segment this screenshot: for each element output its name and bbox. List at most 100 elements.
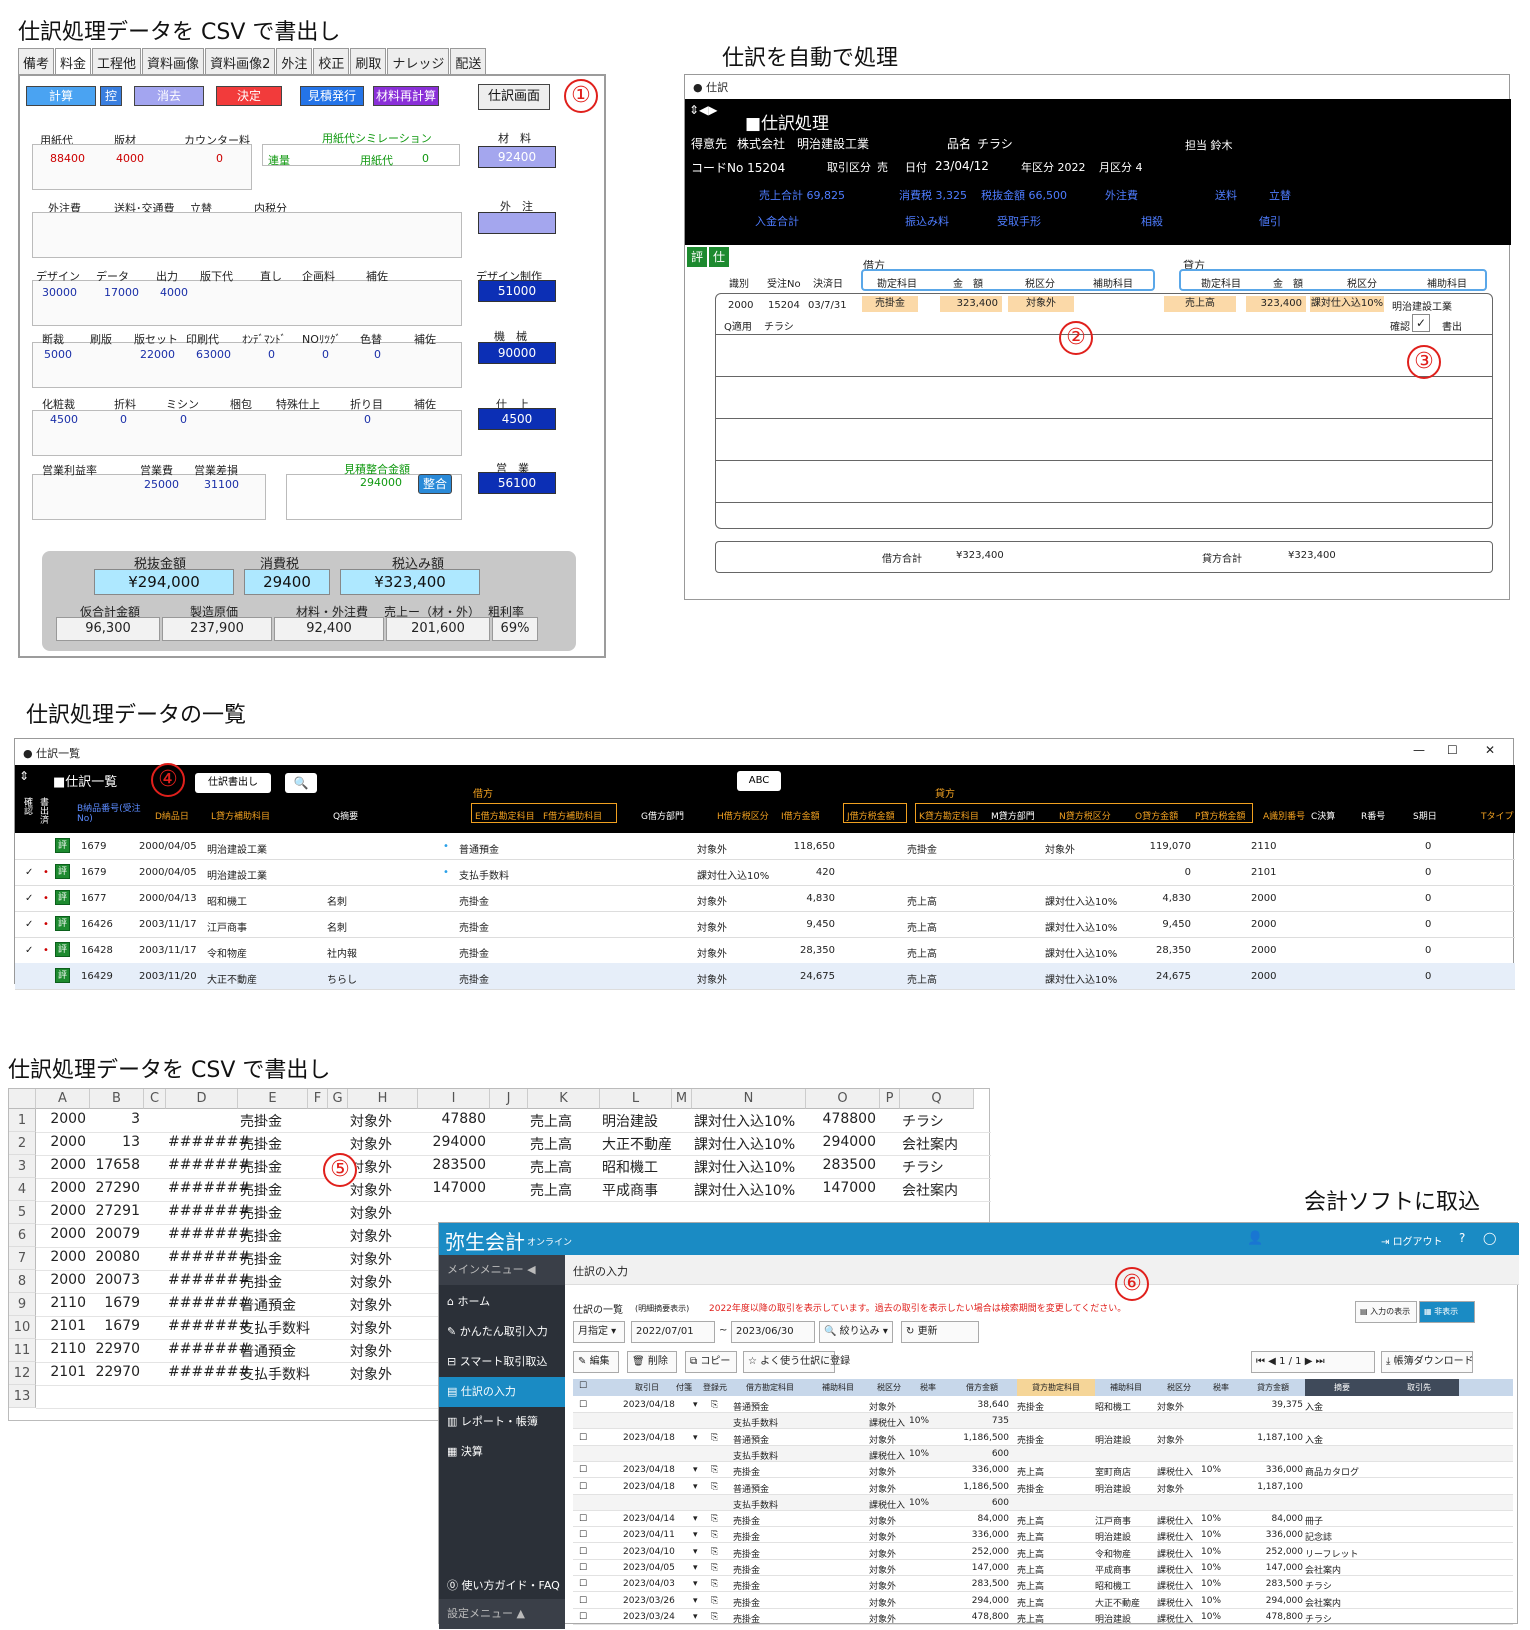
- sidebar-item-settle[interactable]: ▦ 決算: [439, 1437, 565, 1467]
- col-header[interactable]: A: [36, 1089, 90, 1109]
- sheet-cell[interactable]: 1679: [90, 1318, 140, 1334]
- sheet-cell[interactable]: #######: [166, 1341, 250, 1357]
- row-header[interactable]: 7: [9, 1247, 36, 1270]
- sheet-cell[interactable]: 支払手数料: [238, 1364, 310, 1384]
- row-checkbox[interactable]: ☐: [579, 1400, 587, 1410]
- logout-link[interactable]: ⇥ ログアウト: [1381, 1233, 1443, 1248]
- sheet-cell[interactable]: 22970: [90, 1364, 140, 1380]
- abc-button[interactable]: ABC: [737, 771, 781, 791]
- list-row[interactable]: ✓ • 1677 2000/04/13 昭和機工 名刺 売掛金 対象外 4,830 売上高 課対仕入…: [15, 885, 1515, 912]
- yayoi-col-header[interactable]: 税区分: [1157, 1379, 1201, 1396]
- sheet-cell[interactable]: 2000: [36, 1203, 86, 1219]
- evaluate-icon[interactable]: 評: [55, 838, 70, 853]
- row-header[interactable]: 11: [9, 1339, 36, 1362]
- col-header[interactable]: Q: [900, 1089, 974, 1109]
- sheet-cell[interactable]: 147000: [806, 1180, 876, 1196]
- sheet-cell[interactable]: #######: [166, 1318, 250, 1334]
- sheet-cell[interactable]: 対象外: [348, 1364, 414, 1384]
- sheet-cell[interactable]: 対象外: [348, 1295, 414, 1315]
- sheet-cell[interactable]: 3: [90, 1111, 140, 1127]
- sheet-cell[interactable]: 20080: [90, 1249, 140, 1265]
- yayoi-row[interactable]: 支払手数料 課税仕入 10% 600: [573, 1494, 1513, 1511]
- sheet-cell[interactable]: 2000: [36, 1134, 86, 1150]
- yayoi-col-header[interactable]: 借方金額: [947, 1379, 1017, 1396]
- row-checkbox[interactable]: ☐: [579, 1547, 587, 1557]
- fav-button[interactable]: ☆ よく使う仕訳に登録: [743, 1351, 850, 1373]
- tab-process[interactable]: 工程他: [92, 48, 142, 74]
- row-menu-icon[interactable]: ▾: [693, 1596, 698, 1606]
- col-header[interactable]: B: [90, 1089, 144, 1109]
- yayoi-row[interactable]: ☐ ▾ ⎘ 2023/04/10 売掛金 対象外 252,000 売上高 令和物産 課税仕入 10%…: [573, 1544, 1513, 1560]
- input-view-toggle[interactable]: ▤ 入力の表示: [1355, 1301, 1417, 1323]
- sheet-cell[interactable]: 147000: [418, 1180, 486, 1196]
- row-header[interactable]: 4: [9, 1178, 36, 1201]
- quote-button[interactable]: 見積発行: [300, 86, 364, 106]
- download-button[interactable]: ⤓ 帳簿ダウンロード: [1381, 1351, 1474, 1373]
- sheet-cell[interactable]: 20079: [90, 1226, 140, 1242]
- col-header[interactable]: E: [238, 1089, 308, 1109]
- sheet-cell[interactable]: 2110: [36, 1341, 86, 1357]
- empty-row[interactable]: [715, 335, 1493, 377]
- sheet-cell[interactable]: 売掛金: [238, 1111, 304, 1131]
- sheet-cell[interactable]: 対象外: [348, 1341, 414, 1361]
- sidebar-item-report[interactable]: ▥ レポート・帳簿: [439, 1407, 565, 1437]
- fit-button[interactable]: 整合: [418, 474, 452, 494]
- tab-eval[interactable]: 評: [687, 247, 707, 267]
- sheet-cell[interactable]: 283500: [806, 1157, 876, 1173]
- filter-button[interactable]: 🔍 絞り込み ▾: [819, 1321, 893, 1343]
- col-header[interactable]: L: [600, 1089, 672, 1109]
- sheet-cell[interactable]: 13: [90, 1134, 140, 1150]
- sidebar-item-journal[interactable]: ▤ 仕訳の入力: [439, 1377, 565, 1407]
- row-menu-icon[interactable]: ▾: [693, 1400, 698, 1410]
- sheet-cell[interactable]: 2101: [36, 1364, 86, 1380]
- row-checkbox[interactable]: ☐: [579, 1612, 587, 1622]
- sheet-cell[interactable]: 会社案内: [900, 1134, 970, 1154]
- ctrl-button[interactable]: 控: [100, 86, 122, 106]
- sheet-cell[interactable]: 明治建設: [600, 1111, 668, 1131]
- yayoi-row[interactable]: 支払手数料 課税仕入 10% 600: [573, 1445, 1513, 1462]
- row-checkbox[interactable]: ☐: [579, 1433, 587, 1443]
- sheet-cell[interactable]: #######: [166, 1295, 250, 1311]
- list-row[interactable]: ✓ • 16426 2003/11/17 江戸商事 名刺 売掛金 対象外 9,450 売上高 課対仕…: [15, 911, 1515, 938]
- clear-button[interactable]: 消去: [134, 86, 204, 106]
- sheet-cell[interactable]: 27291: [90, 1203, 140, 1219]
- empty-row[interactable]: [715, 461, 1493, 503]
- confirm-checkbox[interactable]: ✓: [1412, 314, 1430, 332]
- sheet-cell[interactable]: 会社案内: [900, 1180, 970, 1200]
- sheet-cell[interactable]: 大正不動産: [600, 1134, 672, 1154]
- row-menu-icon[interactable]: ▾: [693, 1514, 698, 1524]
- export-journal-button[interactable]: 仕訳書出し: [195, 773, 271, 793]
- yayoi-col-header[interactable]: 補助科目: [1095, 1379, 1157, 1396]
- sheet-cell[interactable]: #######: [166, 1272, 250, 1288]
- yayoi-col-header[interactable]: 登録元: [697, 1379, 733, 1396]
- yayoi-row[interactable]: ☐ ▾ ⎘ 2023/04/11 売掛金 対象外 336,000 売上高 明治建設 課税仕入 10%…: [573, 1527, 1513, 1544]
- row-checkbox[interactable]: ☐: [579, 1563, 587, 1573]
- sidebar-item-home[interactable]: ⌂ ホーム: [439, 1287, 565, 1317]
- help-icon[interactable]: ?: [1459, 1231, 1465, 1245]
- sheet-cell[interactable]: 売掛金: [238, 1157, 304, 1177]
- settings-menu[interactable]: 設定メニュー ▲: [439, 1599, 565, 1629]
- row-checkbox[interactable]: ☐: [579, 1596, 587, 1606]
- row-menu-icon[interactable]: ▾: [693, 1530, 698, 1540]
- tab-notes[interactable]: 備考: [18, 48, 55, 74]
- row-checkbox[interactable]: ☐: [579, 1465, 587, 1475]
- evaluate-icon[interactable]: 評: [55, 916, 70, 931]
- sheet-cell[interactable]: 2110: [36, 1295, 86, 1311]
- sheet-cell[interactable]: #######: [166, 1364, 250, 1380]
- copy-button[interactable]: ⧉ コピー: [685, 1351, 737, 1373]
- calc-button[interactable]: 計算: [26, 86, 96, 106]
- sheet-cell[interactable]: チラシ: [900, 1111, 970, 1131]
- evaluate-icon[interactable]: 評: [55, 968, 70, 983]
- row-header[interactable]: 2: [9, 1132, 36, 1155]
- yayoi-row[interactable]: ☐ ▾ ⎘ 2023/03/24 売掛金 対象外 478,800 売上高 明治建設 課税仕入 10%…: [573, 1609, 1513, 1625]
- tab-proof[interactable]: 校正: [313, 48, 350, 74]
- empty-row[interactable]: [715, 419, 1493, 461]
- sidebar-item-easy[interactable]: ✎ かんたん取引入力: [439, 1317, 565, 1347]
- sheet-cell[interactable]: 294000: [418, 1134, 486, 1150]
- tab-image[interactable]: 資料画像: [142, 48, 205, 74]
- yayoi-row[interactable]: ☐ ▾ ⎘ 2023/04/18 普通預金 対象外 1,186,500 売掛金 明治建設 対象外 1…: [573, 1479, 1513, 1495]
- sheet-cell[interactable]: 2101: [36, 1318, 86, 1334]
- row-menu-icon[interactable]: ▾: [693, 1563, 698, 1573]
- row-header[interactable]: 6: [9, 1224, 36, 1247]
- date-to[interactable]: 2023/06/30: [731, 1321, 815, 1343]
